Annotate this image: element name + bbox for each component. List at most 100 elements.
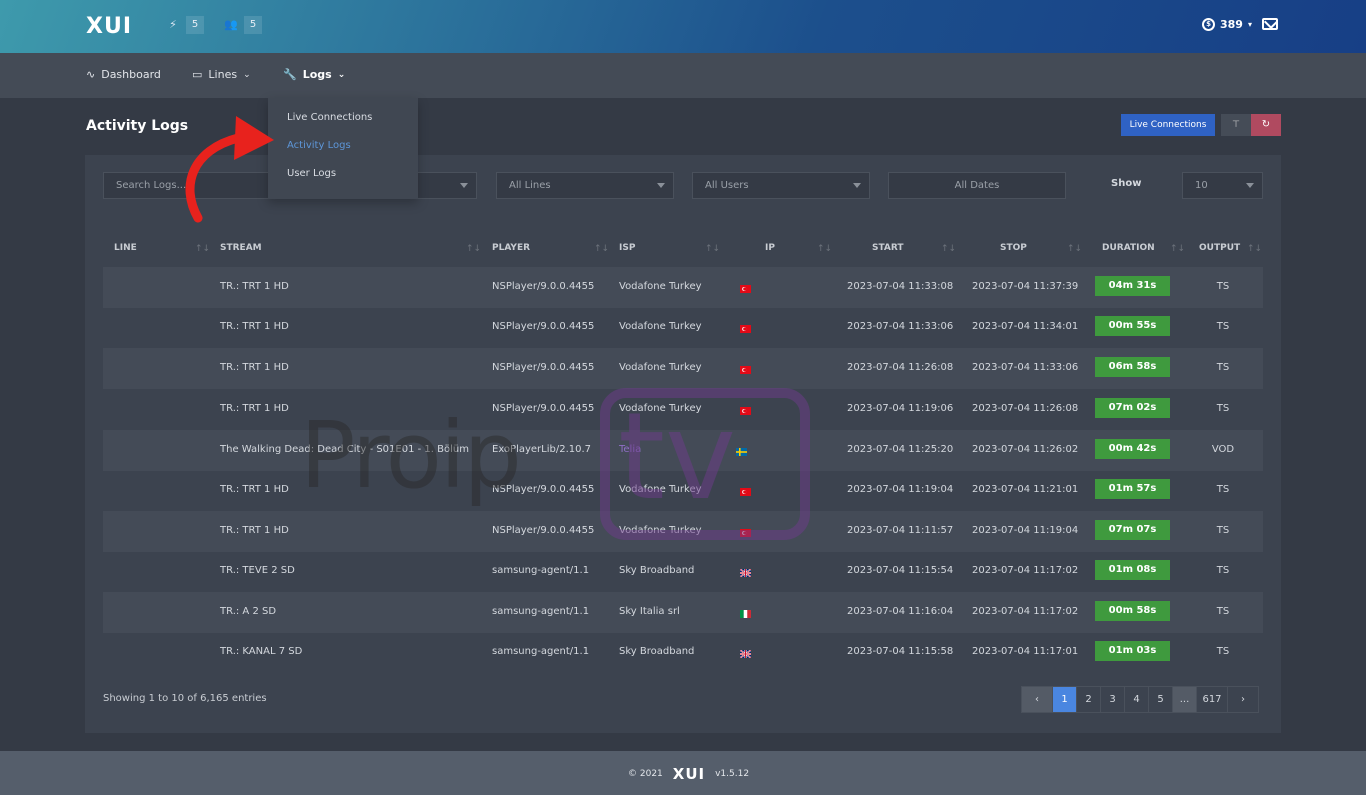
users-select[interactable]: All Users xyxy=(692,172,870,199)
output-cell: TS xyxy=(1216,281,1230,292)
sort-icon[interactable]: ↑↓ xyxy=(941,244,956,254)
nav-dashboard[interactable]: ∿ Dashboard xyxy=(86,68,161,81)
table-row[interactable]: The Walking Dead: Dead City - S01E01 - 1… xyxy=(103,430,1263,471)
country-flag-icon xyxy=(739,648,752,659)
output-cell: TS xyxy=(1216,321,1230,332)
page-2[interactable]: 2 xyxy=(1076,686,1101,713)
table-row[interactable]: TR.: TRT 1 HD NSPlayer/9.0.0.4455 Vodafone… xyxy=(103,307,1263,348)
page-4[interactable]: 4 xyxy=(1124,686,1149,713)
table-row[interactable]: TR.: TEVE 2 SD samsung-agent/1.1 Sky Broad… xyxy=(103,551,1263,592)
output-cell: TS xyxy=(1216,606,1230,617)
col-duration[interactable]: DURATION xyxy=(1102,243,1155,253)
table-row[interactable]: TR.: A 2 SD samsung-agent/1.1 Sky Italia s… xyxy=(103,592,1263,633)
col-start[interactable]: START xyxy=(872,243,904,253)
col-line[interactable]: LINE xyxy=(114,243,137,253)
player-cell: NSPlayer/9.0.0.4455 xyxy=(492,362,595,373)
table-row[interactable]: TR.: TRT 1 HD NSPlayer/9.0.0.4455 Vodafone… xyxy=(103,470,1263,511)
page-5[interactable]: 5 xyxy=(1148,686,1173,713)
lines-select-value: All Lines xyxy=(509,180,551,191)
filter-icon: ⊤ xyxy=(1232,120,1240,130)
stop-cell: 2023-07-04 11:21:01 xyxy=(972,484,1079,495)
show-select[interactable]: 10 xyxy=(1182,172,1263,199)
col-stop[interactable]: STOP xyxy=(1000,243,1027,253)
refresh-button[interactable]: ↻ xyxy=(1251,114,1281,136)
col-output[interactable]: OUTPUT xyxy=(1199,243,1240,253)
output-cell: TS xyxy=(1216,403,1230,414)
start-cell: 2023-07-04 11:15:54 xyxy=(847,565,954,576)
dates-input[interactable]: All Dates xyxy=(888,172,1066,199)
table-row[interactable]: TR.: TRT 1 HD NSPlayer/9.0.0.4455 Vodafone… xyxy=(103,348,1263,389)
isp-cell: Vodafone Turkey xyxy=(619,403,702,414)
sort-icon[interactable]: ↑↓ xyxy=(705,244,720,254)
bolt-icon: ⚡ xyxy=(169,18,177,31)
logs-dropdown: Live Connections Activity Logs User Logs xyxy=(268,98,418,199)
stream-cell: TR.: TEVE 2 SD xyxy=(220,565,295,576)
nav-logs[interactable]: 🔧 Logs ⌄ xyxy=(283,68,345,81)
stop-cell: 2023-07-04 11:37:39 xyxy=(972,281,1079,292)
table-row[interactable]: TR.: TRT 1 HD NSPlayer/9.0.0.4455 Vodafone… xyxy=(103,267,1263,308)
credits-menu[interactable]: $ 389 ▾ xyxy=(1202,18,1252,31)
chevron-down-icon xyxy=(853,183,861,188)
isp-cell: Vodafone Turkey xyxy=(619,525,702,536)
country-flag-icon xyxy=(740,527,751,537)
dropdown-activity-logs[interactable]: Activity Logs xyxy=(287,140,351,151)
duration-badge: 04m 31s xyxy=(1095,276,1170,296)
nav-lines[interactable]: ▭ Lines ⌄ xyxy=(192,68,251,81)
page-3[interactable]: 3 xyxy=(1100,686,1125,713)
output-cell: VOD xyxy=(1211,444,1235,455)
xui-logo[interactable]: XUI xyxy=(86,14,132,39)
lines-select[interactable]: All Lines xyxy=(496,172,674,199)
footer: © 2021 XUI v1.5.12 xyxy=(0,751,1366,795)
stream-cell: TR.: TRT 1 HD xyxy=(220,403,289,414)
version: v1.5.12 xyxy=(715,769,750,779)
page-next[interactable]: › xyxy=(1227,686,1259,713)
col-isp[interactable]: ISP xyxy=(619,243,635,253)
table-row[interactable]: TR.: TRT 1 HD NSPlayer/9.0.0.4455 Vodafone… xyxy=(103,511,1263,552)
start-cell: 2023-07-04 11:33:06 xyxy=(847,321,954,332)
col-ip[interactable]: IP xyxy=(765,243,775,253)
sort-icon[interactable]: ↑↓ xyxy=(466,244,481,254)
page-title: Activity Logs xyxy=(86,118,189,134)
sort-icon[interactable]: ↑↓ xyxy=(1170,244,1185,254)
country-flag-icon xyxy=(739,567,752,578)
col-stream[interactable]: STREAM xyxy=(220,243,262,253)
dropdown-live-connections[interactable]: Live Connections xyxy=(287,112,372,123)
clear-filter-button[interactable]: ⊤ xyxy=(1221,114,1251,136)
page-prev[interactable]: ‹ xyxy=(1021,686,1053,713)
col-player[interactable]: PLAYER xyxy=(492,243,530,253)
table-row[interactable]: TR.: KANAL 7 SD samsung-agent/1.1 Sky Broa… xyxy=(103,632,1263,673)
output-cell: TS xyxy=(1216,362,1230,373)
sort-icon[interactable]: ↑↓ xyxy=(594,244,609,254)
country-flag-icon xyxy=(736,446,747,456)
activity-icon: ∿ xyxy=(86,68,96,81)
mail-icon[interactable] xyxy=(1262,18,1278,30)
dropdown-user-logs[interactable]: User Logs xyxy=(287,168,336,179)
stream-cell: TR.: TRT 1 HD xyxy=(220,525,289,536)
duration-badge: 00m 58s xyxy=(1095,601,1170,621)
top-header: XUI ⚡ 5 👥 5 $ 389 ▾ xyxy=(0,0,1366,53)
sort-icon[interactable]: ↑↓ xyxy=(817,244,832,254)
output-cell: TS xyxy=(1216,484,1230,495)
sort-icon[interactable]: ↑↓ xyxy=(195,244,210,254)
table-row[interactable]: TR.: TRT 1 HD NSPlayer/9.0.0.4455 Vodafone… xyxy=(103,389,1263,430)
connections-count: 5 xyxy=(186,16,204,34)
sort-icon[interactable]: ↑↓ xyxy=(1067,244,1082,254)
stream-cell: TR.: TRT 1 HD xyxy=(220,281,289,292)
page-617[interactable]: 617 xyxy=(1196,686,1228,713)
dates-value: All Dates xyxy=(954,180,1000,191)
stop-cell: 2023-07-04 11:17:02 xyxy=(972,606,1079,617)
country-flag-icon xyxy=(740,486,751,496)
live-connections-button[interactable]: Live Connections xyxy=(1121,114,1215,136)
start-cell: 2023-07-04 11:19:04 xyxy=(847,484,954,495)
page-1[interactable]: 1 xyxy=(1052,686,1077,713)
users-badge[interactable]: 👥 5 xyxy=(224,16,262,34)
duration-badge: 07m 02s xyxy=(1095,398,1170,418)
nav-lines-label: Lines xyxy=(208,68,238,81)
connections-badge[interactable]: ⚡ 5 xyxy=(166,16,204,34)
credits-value: 389 xyxy=(1220,18,1243,31)
stream-cell: TR.: TRT 1 HD xyxy=(220,484,289,495)
duration-badge: 00m 55s xyxy=(1095,316,1170,336)
search-placeholder: Search Logs... xyxy=(116,180,187,191)
sort-icon[interactable]: ↑↓ xyxy=(1247,244,1262,254)
output-cell: TS xyxy=(1216,565,1230,576)
